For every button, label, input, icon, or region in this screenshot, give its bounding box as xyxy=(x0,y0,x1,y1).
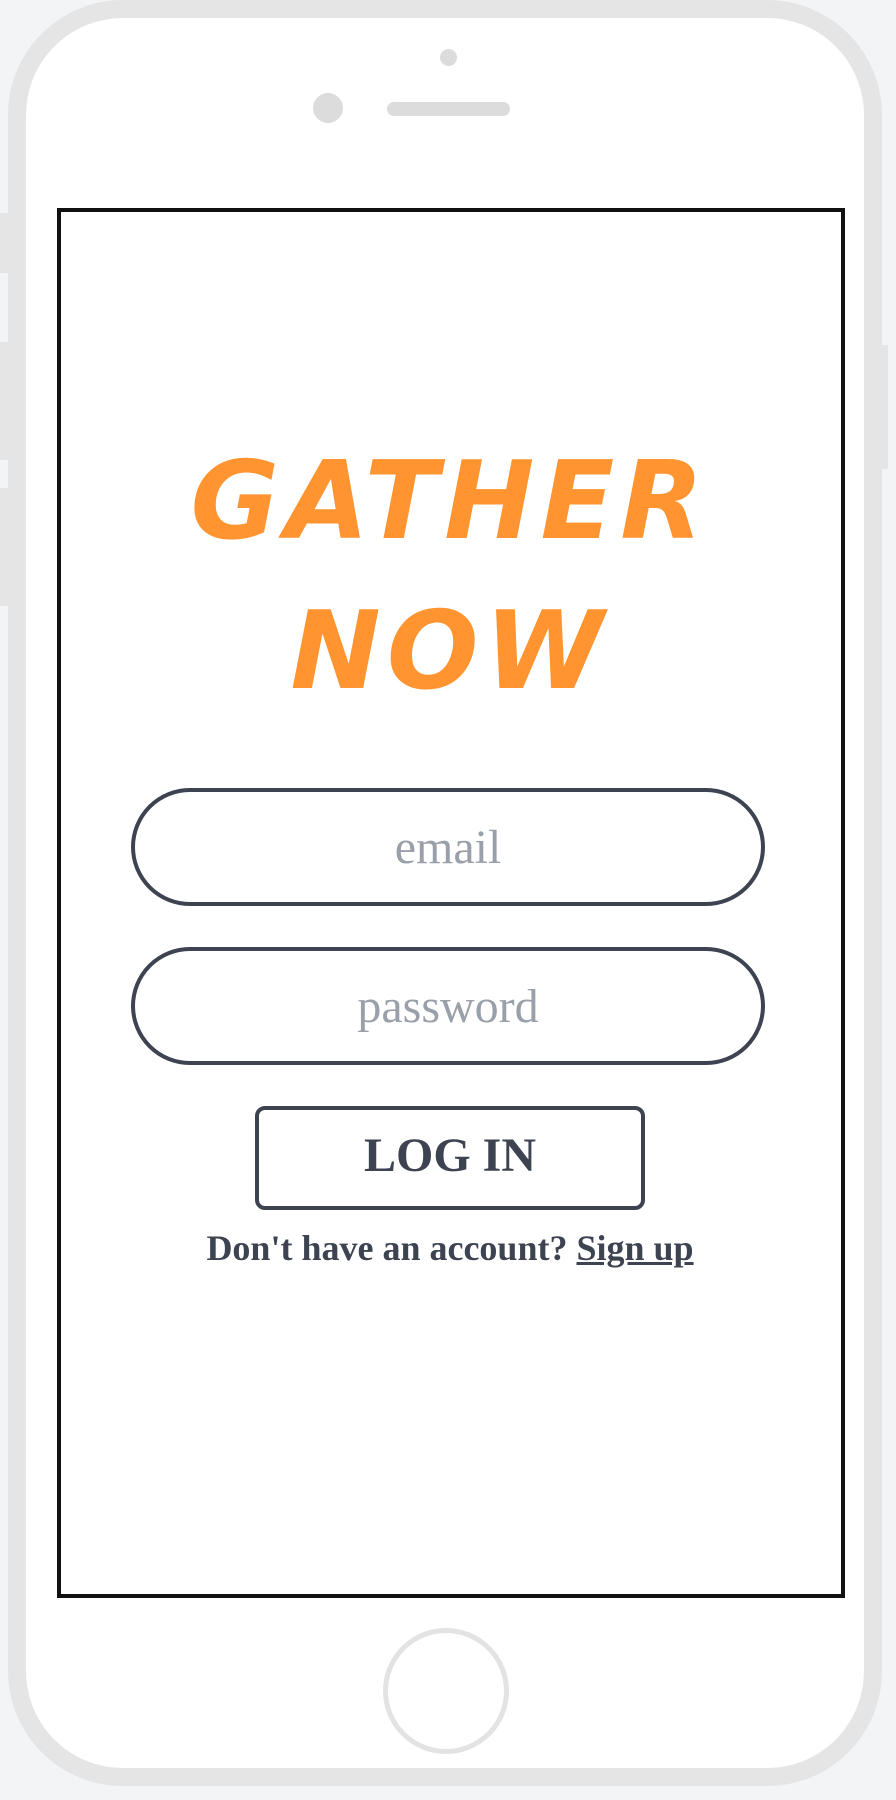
sensor-dot xyxy=(440,49,457,66)
signup-prompt-line: Don't have an account? Sign up xyxy=(100,1220,800,1276)
app-title-line-1: GATHER xyxy=(190,439,710,564)
password-field[interactable] xyxy=(131,947,765,1065)
email-field[interactable] xyxy=(131,788,765,906)
phone-side-button xyxy=(0,213,8,273)
earpiece-speaker xyxy=(387,102,510,116)
phone-volume-down-button xyxy=(0,488,8,606)
app-title-line-2: NOW xyxy=(290,589,610,714)
signup-link[interactable]: Sign up xyxy=(576,1228,693,1268)
front-camera xyxy=(313,93,343,123)
signup-prompt-text: Don't have an account? xyxy=(206,1228,568,1268)
home-button[interactable] xyxy=(383,1628,509,1754)
login-button[interactable]: LOG IN xyxy=(255,1106,645,1210)
phone-volume-up-button xyxy=(0,342,8,460)
